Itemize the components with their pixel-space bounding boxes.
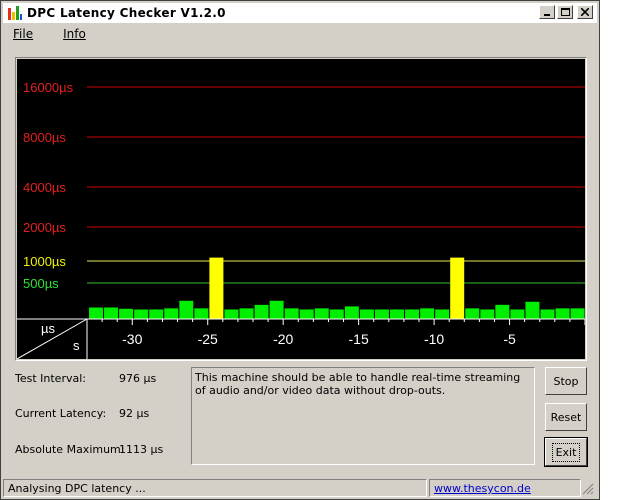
menu-bar: File Info — [5, 26, 94, 42]
x-tick-label: -20 — [273, 331, 293, 347]
data-bar — [510, 309, 525, 319]
data-bar — [284, 308, 299, 319]
data-bar — [435, 309, 450, 319]
absolute-maximum-label: Absolute Maximum: — [15, 443, 125, 456]
y-unit-label: µs — [41, 321, 55, 336]
data-bar — [254, 304, 269, 319]
data-bar — [329, 309, 344, 319]
reset-button[interactable]: Reset — [545, 403, 587, 431]
title-bar[interactable]: DPC Latency Checker V1.2.0 — [3, 3, 597, 23]
data-bar — [405, 309, 420, 319]
data-bar — [570, 308, 585, 319]
y-level-label: 500µs — [23, 276, 59, 291]
resize-grip-icon[interactable] — [582, 483, 594, 495]
y-level-label: 1000µs — [23, 254, 66, 269]
data-bar — [269, 300, 284, 319]
x-tick-label: -5 — [503, 331, 516, 347]
absolute-maximum-value: 1113 µs — [119, 443, 164, 456]
maximize-button[interactable] — [557, 5, 573, 19]
status-text: Analysing DPC latency ... — [3, 479, 427, 497]
exit-button[interactable]: Exit — [544, 437, 588, 467]
x-tick-label: -10 — [424, 331, 444, 347]
window-title: DPC Latency Checker V1.2.0 — [27, 6, 226, 20]
data-bar — [239, 308, 254, 319]
data-bar — [420, 308, 435, 319]
y-level-label: 2000µs — [23, 220, 66, 235]
menu-file[interactable]: File — [5, 26, 41, 42]
data-bar — [480, 309, 495, 319]
status-bar: Analysing DPC latency ... www.thesycon.d… — [3, 479, 597, 498]
x-tick-label: -15 — [349, 331, 369, 347]
data-bar — [89, 307, 103, 319]
y-level-label: 4000µs — [23, 180, 66, 195]
x-unit-label: s — [73, 338, 80, 353]
data-bar — [374, 309, 389, 319]
data-bar — [149, 309, 164, 319]
test-interval-value: 976 µs — [119, 372, 157, 385]
website-link[interactable]: www.thesycon.de — [434, 482, 531, 495]
data-bar — [224, 309, 239, 319]
data-bar — [179, 300, 194, 319]
menu-info[interactable]: Info — [55, 26, 94, 42]
maximize-icon — [560, 8, 570, 16]
data-bar — [119, 308, 134, 319]
data-bar — [314, 308, 329, 319]
close-icon — [581, 8, 589, 16]
app-icon — [7, 5, 23, 21]
main-window: DPC Latency Checker V1.2.0 File Info 160… — [0, 0, 600, 500]
minimize-icon — [544, 14, 550, 16]
data-bar — [134, 309, 149, 319]
x-tick-label: -30 — [122, 331, 142, 347]
data-bar — [450, 257, 465, 319]
data-bar — [555, 308, 570, 319]
data-bar — [495, 304, 510, 319]
status-link-cell: www.thesycon.de — [429, 479, 581, 497]
y-level-label: 16000µs — [23, 80, 74, 95]
data-bar — [299, 309, 314, 319]
current-latency-label: Current Latency: — [15, 407, 107, 420]
status-message: This machine should be able to handle re… — [191, 367, 535, 465]
stop-button[interactable]: Stop — [545, 367, 587, 395]
data-bar — [209, 257, 224, 319]
data-bar — [390, 309, 404, 319]
data-bar — [104, 307, 119, 319]
y-level-label: 8000µs — [23, 130, 66, 145]
data-bar — [164, 308, 179, 319]
data-bar — [194, 308, 209, 319]
data-bar — [540, 309, 555, 319]
latency-chart: 16000µs 8000µs 4000µs 2000µs 1000µs 500µs µs s -… — [17, 59, 585, 359]
data-bar — [465, 308, 480, 319]
minimize-button[interactable] — [539, 5, 555, 19]
test-interval-label: Test Interval: — [15, 372, 86, 385]
data-bar — [525, 301, 540, 319]
x-tick-label: -25 — [198, 331, 218, 347]
current-latency-value: 92 µs — [119, 407, 150, 420]
data-bar — [359, 309, 374, 319]
close-button[interactable] — [577, 5, 593, 19]
data-bar — [344, 306, 359, 319]
